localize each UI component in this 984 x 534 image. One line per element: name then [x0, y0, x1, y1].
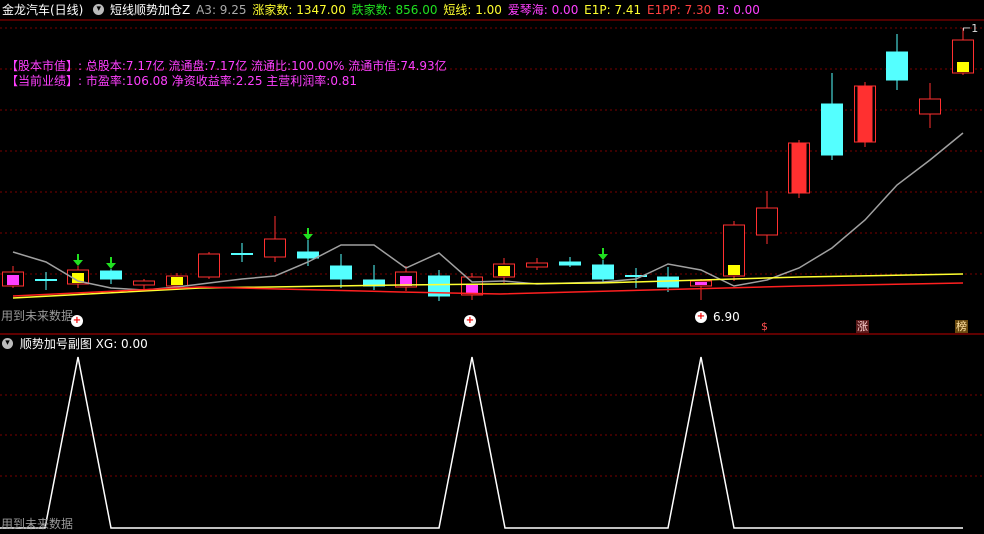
signal-line [0, 356, 963, 529]
tag-zhang[interactable]: 涨 [856, 320, 869, 333]
a3-value: A3: 9.25 [196, 3, 247, 17]
candle-fill [957, 62, 969, 72]
main-header: 金龙汽车(日线) ▾ 短线顺势加仓Z A3: 9.25 涨家数: 1347.00… [2, 3, 762, 17]
candle-body-down [330, 265, 352, 280]
candle-fill [171, 277, 183, 285]
top-right-number: 1 [971, 22, 979, 35]
flag-icon: ⌐ [962, 22, 972, 35]
candle-fill [857, 86, 873, 142]
sub-panel-header: ▾ 顺势加号副图 XG: 0.00 [2, 337, 148, 351]
buy-arrow-icon [106, 263, 116, 269]
ma-line-red [12, 282, 964, 297]
candle-body-up [198, 253, 220, 278]
capital-label: 【股本市值】: [6, 59, 83, 73]
stock-name: 金龙汽车(日线) [2, 3, 84, 17]
plus-marker-icon: + [464, 315, 476, 327]
candle-body-up [526, 262, 548, 268]
top-right-label: ⌐1 [962, 22, 978, 36]
up-count: 涨家数: 1347.00 [252, 3, 346, 17]
candle-body-down [821, 103, 843, 156]
candle-body-up [133, 280, 155, 286]
candle-fill [728, 265, 740, 275]
future-data-note-top: 用到未来数据 [1, 309, 74, 323]
price-label: 6.90 [713, 310, 740, 324]
plus-marker-icon: + [695, 311, 707, 323]
candle-body-down [100, 270, 122, 280]
future-data-note-bottom: 用到未来数据 [1, 517, 74, 531]
ma-line-gray [12, 132, 964, 291]
candle-fill [498, 266, 510, 276]
e1p: E1P: 7.41 [584, 3, 642, 17]
down-count: 跌家数: 856.00 [351, 3, 438, 17]
candle-fill [466, 284, 478, 294]
candle-body-down [559, 261, 581, 266]
short-line: 短线: 1.00 [443, 3, 502, 17]
tag-dollar[interactable]: $ [760, 320, 769, 333]
collapse-icon[interactable]: ▾ [93, 4, 105, 15]
candle-body-down [297, 251, 319, 259]
candle-fill [695, 282, 707, 285]
capital-info: 【股本市值】: 总股本:7.17亿 流通盘:7.17亿 流通比:100.00% … [6, 59, 447, 73]
candle-body-down [657, 276, 679, 288]
plus-marker-icon: + [71, 315, 83, 327]
tag-bang[interactable]: 榜 [955, 320, 968, 333]
candle-fill [791, 143, 807, 193]
performance-info: 【当前业绩】: 市盈率:106.08 净资收益率:2.25 主营利润率:0.81 [6, 74, 357, 88]
candle-body-up [919, 98, 941, 115]
b-value: B: 0.00 [717, 3, 760, 17]
indicator-name: 短线顺势加仓Z [110, 3, 191, 17]
candle-body-up [756, 207, 778, 236]
candle-body-down [886, 51, 908, 81]
xg-value: XG: 0.00 [95, 337, 148, 351]
aiqinhai: 爱琴海: 0.00 [507, 3, 579, 17]
candle-fill [7, 275, 19, 285]
candle-body-up [264, 238, 286, 258]
e1pp: E1PP: 7.30 [647, 3, 712, 17]
capital-text: 总股本:7.17亿 流通盘:7.17亿 流通比:100.00% 流通市值:74.… [85, 59, 447, 73]
sub-panel-title: 顺势加号副图 [19, 337, 92, 351]
buy-arrow-icon [303, 234, 313, 240]
buy-arrow-icon [598, 254, 608, 260]
collapse-icon[interactable]: ▾ [2, 338, 13, 349]
buy-arrow-icon [73, 260, 83, 266]
perf-text: 市盈率:106.08 净资收益率:2.25 主营利润率:0.81 [85, 74, 358, 88]
perf-label: 【当前业绩】: [6, 74, 83, 88]
candle-body-down [592, 264, 614, 280]
